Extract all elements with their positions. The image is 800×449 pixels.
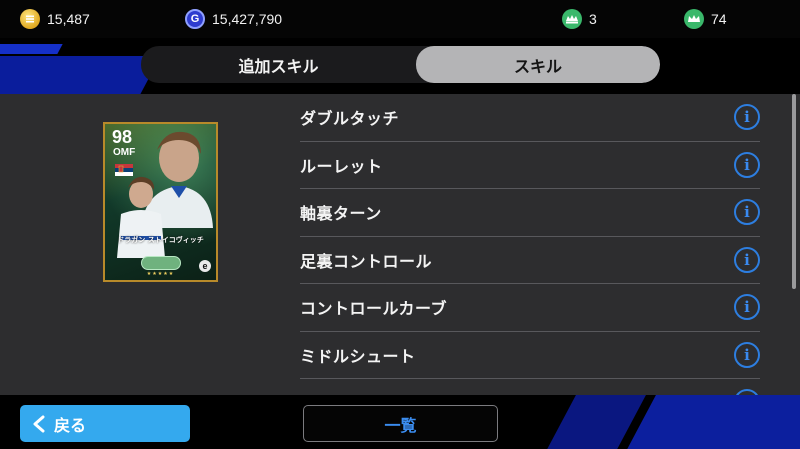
decor-stripe [0,44,63,54]
skill-label: ミドルシュート [300,346,416,366]
list-button-label: 一覧 [384,415,417,435]
list-button[interactable]: 一覧 [303,405,498,442]
decor-stripe [624,395,800,449]
efootball-logo-icon: e [199,260,211,272]
skill-row[interactable]: ルーレット i [300,142,760,189]
chevron-left-icon [33,415,45,432]
skill-row[interactable]: ダブルタッチ i [300,94,760,142]
decor-stripe [0,56,161,94]
info-icon[interactable]: i [734,151,760,178]
ticket-b-display: 74 [684,8,727,30]
bottom-bar: 戻る 一覧 [0,395,800,449]
serbia-flag-icon [115,164,133,176]
ticket-a-value: 3 [589,11,597,27]
gp-value: 15,427,790 [212,11,283,27]
player-rating: 98 [112,127,133,147]
ticket-icon [562,9,582,29]
info-icon[interactable]: i [734,104,760,130]
skill-label: コントロールカーブ [300,299,448,319]
player-portrait-secondary [117,176,165,258]
player-name: ドラガン ストイコヴィッチ [117,236,204,244]
tab-additional-skills[interactable]: 追加スキル [141,46,416,83]
skill-row[interactable]: 足裏コントロール i [300,237,760,284]
player-card[interactable]: 98 OMF ドラガン ストイコヴィッチ ★★★★★ e [103,122,218,282]
ticket-b-value: 74 [711,11,727,27]
card-emblem-icon [141,256,181,270]
coins-value: 15,487 [47,11,90,27]
gp-icon: G [185,9,205,29]
scrollbar[interactable] [792,94,796,289]
card-stars: ★★★★★ [146,271,175,277]
coin-icon [20,9,40,29]
info-icon[interactable]: i [734,341,760,368]
back-button[interactable]: 戻る [20,405,190,442]
crown-icon [684,9,704,29]
skill-row[interactable]: コントロールカーブ i [300,284,760,332]
skill-label: ダブルタッチ [300,109,400,129]
currency-bar: 15,487 G 15,427,790 3 74 [0,0,800,38]
skills-panel: 98 OMF ドラガン ストイコヴィッチ ★★★★★ e ダブルタッチ i ルー… [0,94,800,395]
skill-label: ルーレット [300,156,383,176]
info-icon[interactable]: i [734,294,760,320]
skill-row[interactable]: ミドルシュート i [300,332,760,379]
info-icon[interactable]: i [734,199,760,225]
skill-row[interactable]: 軸裏ターン i [300,189,760,237]
tab-skills[interactable]: スキル [416,46,660,83]
skill-list: ダブルタッチ i ルーレット i 軸裏ターン i 足裏コントロール i コントロ… [300,94,760,395]
gp-display: G 15,427,790 [185,8,282,30]
player-position: OMF [113,147,136,158]
tab-group: 追加スキル スキル [141,46,660,83]
skill-label: 足裏コントロール [300,251,433,271]
coins-display: 15,487 [20,8,90,30]
tab-strip: 追加スキル スキル [0,38,800,94]
info-icon[interactable]: i [734,246,760,273]
back-button-label: 戻る [54,415,87,435]
skill-row[interactable]: i [300,379,760,395]
ticket-a-display: 3 [562,8,597,30]
skill-label: 軸裏ターン [300,204,382,224]
